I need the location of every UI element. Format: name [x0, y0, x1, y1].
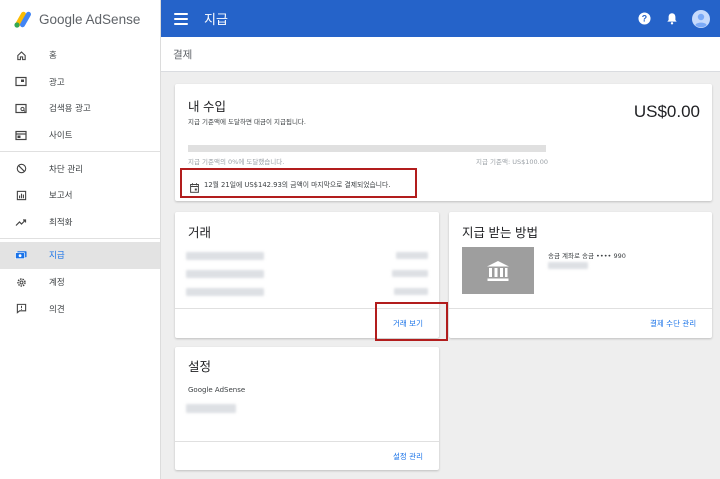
sidebar-item-reports[interactable]: 보고서 [0, 182, 160, 209]
page-title-bar: 결제 [161, 37, 720, 72]
top-app-bar: 지급 ? [161, 0, 720, 37]
earnings-description: 지급 기준액에 도달하면 대금이 지급됩니다. [188, 118, 306, 126]
sidebar-item-optimization[interactable]: 최적화 [0, 209, 160, 236]
transaction-amount [394, 288, 428, 295]
sidebar-item-label: 검색용 광고 [49, 104, 91, 115]
block-icon [15, 163, 27, 175]
bank-icon [462, 247, 534, 294]
sidebar-item-sites[interactable]: 사이트 [0, 122, 160, 149]
settings-account-id [186, 404, 236, 413]
notifications-bell-icon[interactable] [664, 11, 680, 27]
sidebar-item-account[interactable]: 계정 [0, 269, 160, 296]
transactions-title: 거래 [188, 226, 212, 240]
view-transactions-link[interactable]: 거래 보기 [393, 318, 423, 329]
transaction-row [186, 288, 264, 296]
last-payment-message: 12월 21일에 US$142.93의 금액이 마지막으로 결제되었습니다. [204, 181, 391, 189]
sidebar-item-payments[interactable]: 지급 [0, 242, 160, 269]
adsense-logo-icon [13, 9, 33, 29]
sidebar-item-label: 광고 [49, 77, 65, 88]
bank-account-details [548, 262, 588, 269]
svg-text:?: ? [641, 14, 646, 24]
reports-icon [15, 189, 27, 201]
feedback-icon [15, 303, 27, 315]
nav-divider [0, 238, 160, 240]
card-divider [449, 308, 712, 309]
earnings-title: 내 수입 [188, 100, 226, 114]
sidebar-item-feedback[interactable]: 의견 [0, 295, 160, 322]
search-ads-icon [15, 102, 27, 114]
sidebar: Google AdSense 홈 광고 검색용 광고 사이트 차단 관리 보고서… [0, 0, 161, 479]
sidebar-item-label: 계정 [49, 278, 65, 289]
trending-icon [15, 216, 27, 228]
transaction-row [186, 270, 264, 278]
calendar-icon [190, 178, 199, 193]
sidebar-item-ads[interactable]: 광고 [0, 69, 160, 96]
ads-icon [15, 76, 27, 88]
manage-settings-link[interactable]: 설정 관리 [393, 451, 423, 462]
header-title: 지급 [204, 12, 228, 27]
sidebar-item-block[interactable]: 차단 관리 [0, 155, 160, 182]
transaction-amount [392, 270, 428, 277]
transaction-row [186, 252, 264, 260]
gear-icon [15, 276, 27, 288]
threshold-caption: 지급 기준액: US$100.00 [476, 158, 548, 166]
sidebar-item-label: 홈 [49, 51, 57, 62]
nav-divider [0, 151, 160, 153]
sidebar-item-label: 최적화 [49, 217, 73, 228]
earnings-balance: US$0.00 [633, 102, 700, 121]
sidebar-item-label: 지급 [49, 251, 65, 262]
menu-icon[interactable] [174, 12, 188, 25]
home-icon [15, 49, 27, 61]
sidebar-nav: 홈 광고 검색용 광고 사이트 차단 관리 보고서 최적화 지급 계정 의견 [0, 42, 160, 322]
sites-icon [15, 129, 27, 141]
manage-payment-methods-link[interactable]: 결제 수단 관리 [650, 318, 696, 329]
payment-threshold-progress [188, 145, 546, 152]
sidebar-item-label: 사이트 [49, 131, 73, 142]
page-title: 결제 [173, 48, 193, 61]
logo-text: Google AdSense [39, 11, 141, 27]
avatar[interactable] [692, 9, 710, 28]
progress-caption: 지급 기준액의 0%에 도달했습니다. [188, 158, 285, 166]
help-icon[interactable]: ? [636, 11, 652, 27]
sidebar-item-label: 보고서 [49, 191, 73, 202]
sidebar-item-search-ads[interactable]: 검색용 광고 [0, 95, 160, 122]
sidebar-item-home[interactable]: 홈 [0, 42, 160, 69]
settings-title: 설정 [188, 360, 212, 374]
card-divider [175, 441, 439, 442]
transaction-amount [396, 252, 428, 259]
payment-method-title: 지급 받는 방법 [462, 226, 538, 240]
adsense-logo[interactable]: Google AdSense [0, 0, 160, 38]
sidebar-item-label: 차단 관리 [49, 164, 83, 175]
payments-icon [15, 249, 27, 261]
settings-account-name: Google AdSense [188, 386, 246, 394]
bank-account-label: 송금 계좌로 송금 •••• 990 [548, 252, 626, 260]
sidebar-item-label: 의견 [49, 304, 65, 315]
